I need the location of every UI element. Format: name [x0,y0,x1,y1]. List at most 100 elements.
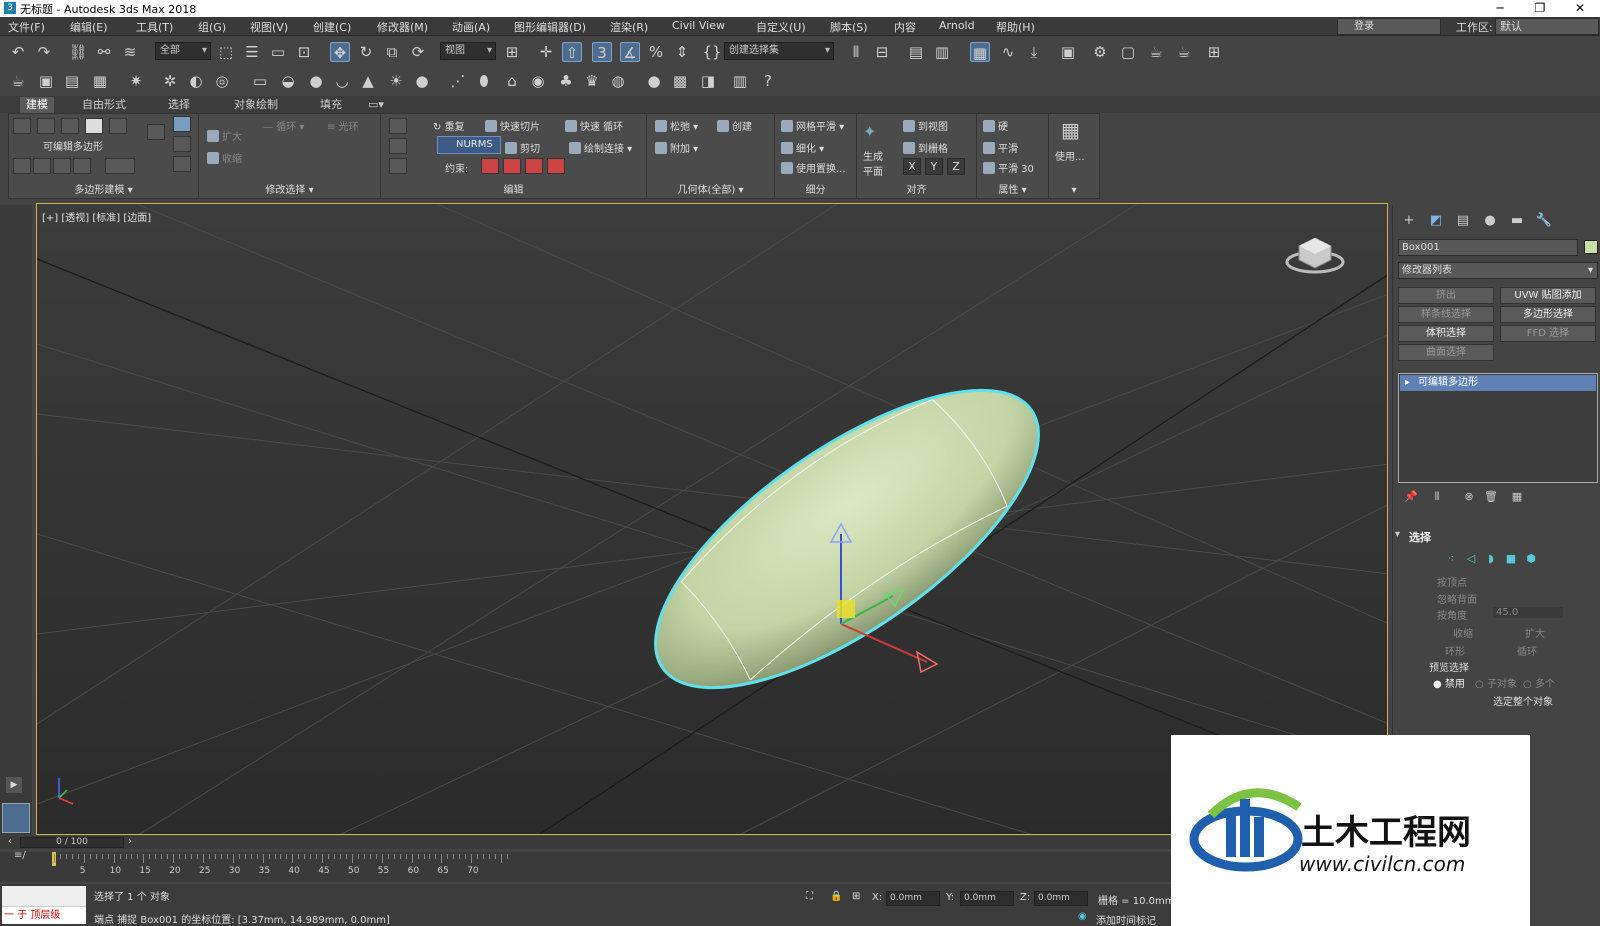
menu-graph-editors[interactable]: 图形编辑器(D) [514,19,586,35]
layers-icon[interactable]: ▤ [62,71,82,91]
modifier-list-dropdown[interactable]: 修改器列表 [1398,262,1598,279]
track-bar[interactable]: ≡/ 5 10 15 20 25 30 35 40 45 50 55 60 65 70 [0,850,1175,882]
material-ball-icon[interactable]: ● [644,71,664,91]
shrink-button[interactable]: 收缩 [1453,625,1473,640]
mod-uvw-button[interactable]: UVW 贴图添加 [1500,287,1596,304]
undo-icon[interactable]: ↶ [8,42,28,62]
time-prev-icon[interactable]: ‹ [8,836,12,847]
hair-icon[interactable]: ⋰ [448,71,468,91]
mod-surfsel-button[interactable]: 曲面选择 [1398,344,1494,361]
material-editor-icon[interactable]: ▣ [1058,42,1078,62]
mod-polysel-button[interactable]: 多边形选择 [1500,306,1596,323]
select-by-name-icon[interactable]: ☰ [242,42,262,62]
layer-explorer-icon[interactable]: ▥ [932,42,952,62]
time-next-icon[interactable]: › [128,836,132,847]
y-coord-field[interactable]: 0.0mm [960,891,1014,906]
unlink-icon[interactable]: ⚯ [94,42,114,62]
stack-prev-icon[interactable] [13,158,31,174]
menu-edit[interactable]: 编辑(E) [70,19,108,35]
plant-icon[interactable]: ♣ [556,71,576,91]
box001-object[interactable] [611,336,1083,742]
align-y-button[interactable]: Y [925,158,943,175]
tab-freeform[interactable]: 自由形式 [76,97,132,113]
viewport-label-menu[interactable]: [+] [透视] [标准] [边面] [42,209,151,224]
grid-use-icon[interactable]: ▦ [1061,118,1080,142]
help-icon[interactable]: ? [758,71,778,91]
ref-coord-dropdown[interactable]: 视图 [440,42,496,60]
menu-help[interactable]: 帮助(H) [996,19,1035,35]
render-production-icon[interactable]: ☕ [1146,42,1166,62]
hf-icon[interactable]: ♛ [582,71,602,91]
menu-file[interactable]: 文件(F) [8,19,45,35]
gizmo-plane-handle[interactable] [837,600,855,618]
shell-icon[interactable]: ◍ [608,71,628,91]
to-view-button[interactable]: 到视图 [903,118,948,133]
constraint-normal-icon[interactable] [547,158,565,174]
hard-button[interactable]: 硬 [983,118,1008,133]
particle-icon[interactable]: ✲ [160,71,180,91]
ring-button[interactable]: 环形 [1445,643,1465,658]
x-coord-field[interactable]: 0.0mm [886,891,940,906]
relax-button[interactable]: 松弛 ▾ [655,118,698,133]
motion-panel-icon[interactable]: ● [1480,213,1500,229]
render-iterative-icon[interactable]: ☕ [1174,42,1194,62]
maxscript-mini-listener[interactable]: 一 于 顶层级 [2,906,86,924]
gizmo-x-axis[interactable] [840,623,928,663]
preview-disabled-radio[interactable]: ● 禁用 [1433,675,1465,690]
sel-mode-b-icon[interactable] [173,116,191,132]
select-move-icon[interactable]: ✥ [330,42,350,62]
by-vertex-checkbox[interactable]: 按顶点 [1437,574,1467,589]
globe-icon[interactable]: ◉ [528,71,548,91]
stack-item-editable-poly[interactable]: 可编辑多边形 [1400,375,1596,391]
sel-element-icon[interactable]: ⬢ [1525,553,1537,565]
display-panel-icon[interactable]: ▬ [1507,213,1527,229]
capsule-icon[interactable]: ⬮ [474,71,494,91]
ribbon-toggle-icon[interactable]: ▦ [970,42,990,62]
create-button[interactable]: 创建 [717,118,752,133]
viewport-layout-icon[interactable] [2,803,30,833]
edit-mode-b-icon[interactable] [389,138,407,154]
menu-modifiers[interactable]: 修改器(M) [377,19,428,35]
blend-icon[interactable]: ◨ [698,71,718,91]
menu-customize[interactable]: 自定义(U) [756,19,806,35]
sel-edge-icon[interactable]: ◁ [1465,553,1477,565]
align-icon[interactable]: ⊟ [872,42,892,62]
mod-ffdsel-button[interactable]: FFD 选择 [1500,325,1596,342]
by-angle-checkbox[interactable]: 按角度 [1437,607,1467,622]
light-icon[interactable]: ✷ [126,71,146,91]
sel-polygon-icon[interactable]: ■ [1505,553,1517,565]
to-grid-button[interactable]: 到栅格 [903,140,948,155]
polygon-icon[interactable] [85,118,103,134]
bowl-icon[interactable]: ◡ [332,71,352,91]
sel-mode-d-icon[interactable] [173,156,191,172]
properties-group-label[interactable]: 属性 ▾ [977,181,1048,196]
use-group-expand-icon[interactable]: ▾ [1049,185,1099,196]
border-icon[interactable] [61,118,79,134]
named-selection-dropdown[interactable]: 创建选择集 [724,42,834,60]
add-time-tag-button[interactable]: 添加时间标记 [1096,912,1156,926]
preview-multi-radio[interactable]: ○ 多个 [1523,675,1555,690]
schematic-view-icon[interactable]: ⤓ [1024,42,1044,62]
utilities-panel-icon[interactable]: 🔧 [1534,213,1554,229]
grow-button[interactable]: 扩大 [207,128,242,143]
menu-rendering[interactable]: 渲染(R) [610,19,648,35]
ribbon-options-icon[interactable]: ▭▾ [362,97,390,113]
vertex-icon[interactable] [13,118,31,134]
remove-modifier-icon[interactable]: 🗑 [1481,490,1501,506]
tessellate-button[interactable]: 细化 ▾ [781,140,824,155]
render-cloud-icon[interactable]: ⊞ [1204,42,1224,62]
make-planar-label[interactable]: 生成平面 [859,148,887,178]
sel-vertex-icon[interactable]: ⁖ [1445,553,1457,565]
align-x-button[interactable]: X [903,158,921,175]
percent-snap-icon[interactable]: % [646,42,666,62]
menu-tools[interactable]: 工具(T) [136,19,173,35]
paint-connect-button[interactable]: 绘制连接 ▾ [569,140,632,155]
sun-icon[interactable]: ☀ [386,71,406,91]
sel-mode-c-icon[interactable] [173,136,191,152]
teapot-icon[interactable]: ☕ [8,71,28,91]
create-panel-icon[interactable]: + [1399,213,1419,229]
menu-view[interactable]: 视图(V) [250,19,288,35]
window-crossing-icon[interactable]: ⊡ [294,42,314,62]
object-name-field[interactable]: Box001 [1398,239,1578,256]
mod-volsel-button[interactable]: 体积选择 [1398,325,1494,342]
